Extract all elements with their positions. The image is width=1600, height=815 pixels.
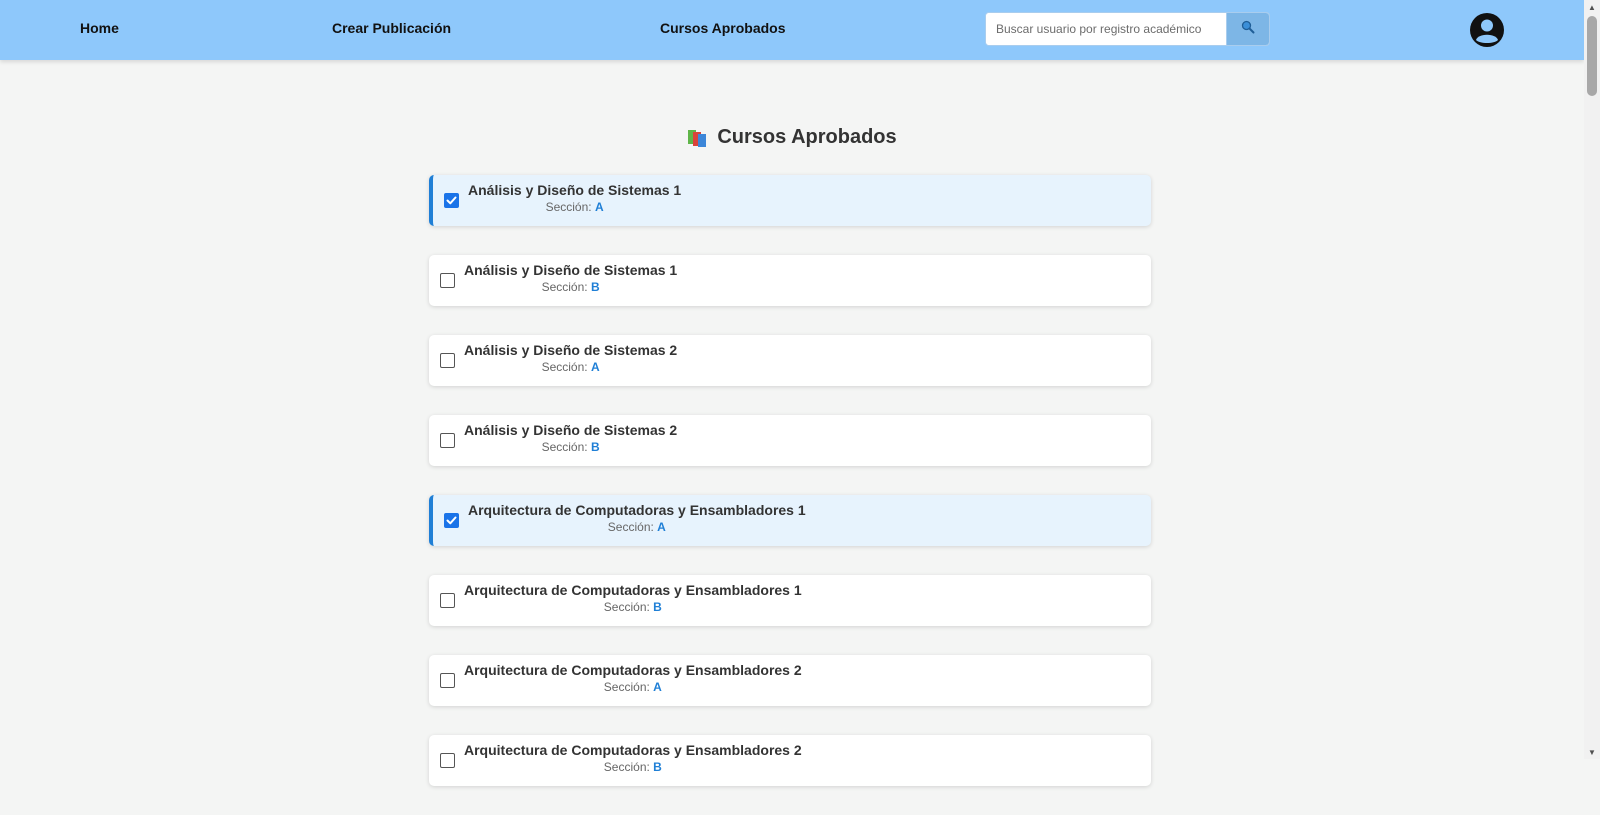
course-name: Arquitectura de Computadoras y Ensamblad…	[468, 502, 806, 518]
nav-create-post-link[interactable]: Crear Publicación	[332, 20, 451, 36]
course-card[interactable]: Arquitectura de Computadoras y Ensamblad…	[429, 735, 1151, 786]
course-text: Arquitectura de Computadoras y Ensamblad…	[464, 662, 802, 696]
search-button[interactable]	[1226, 13, 1269, 45]
course-checkbox[interactable]	[440, 593, 455, 608]
scrollbar[interactable]: ▲ ▼	[1584, 0, 1600, 759]
course-section: Sección: A	[468, 199, 681, 216]
section-label: Sección:	[545, 200, 592, 214]
course-checkbox[interactable]	[440, 673, 455, 688]
course-card[interactable]: Análisis y Diseño de Sistemas 1 Sección: …	[429, 175, 1151, 226]
section-value: A	[594, 200, 604, 214]
search-bar	[985, 12, 1270, 46]
course-card[interactable]: Análisis y Diseño de Sistemas 2 Sección: …	[429, 415, 1151, 466]
section-value: B	[590, 280, 600, 294]
course-name: Análisis y Diseño de Sistemas 1	[464, 262, 678, 278]
section-value: B	[653, 760, 662, 774]
section-label: Sección:	[603, 760, 650, 774]
page-title: Cursos Aprobados	[0, 126, 1584, 149]
scrollbar-thumb[interactable]	[1587, 16, 1597, 96]
top-navbar: Home Crear Publicación Cursos Aprobados	[0, 0, 1584, 60]
course-section: Sección: A	[464, 679, 802, 696]
course-text: Análisis y Diseño de Sistemas 2 Sección: …	[464, 422, 677, 456]
course-checkbox[interactable]	[444, 513, 459, 528]
books-icon	[687, 128, 709, 148]
course-card[interactable]: Arquitectura de Computadoras y Ensamblad…	[429, 495, 1151, 546]
course-text: Arquitectura de Computadoras y Ensamblad…	[464, 582, 802, 616]
course-section: Sección: B	[464, 599, 802, 616]
course-name: Análisis y Diseño de Sistemas 2	[464, 422, 678, 438]
section-label: Sección:	[607, 520, 654, 534]
section-label: Sección:	[541, 360, 588, 374]
course-name: Análisis y Diseño de Sistemas 1	[468, 182, 682, 198]
section-value: A	[657, 520, 666, 534]
course-card[interactable]: Análisis y Diseño de Sistemas 2 Sección: …	[429, 335, 1151, 386]
course-card[interactable]: Análisis y Diseño de Sistemas 1 Sección: …	[429, 255, 1151, 306]
section-label: Sección:	[603, 680, 650, 694]
course-section: Sección: B	[464, 759, 802, 776]
course-card[interactable]: Arquitectura de Computadoras y Ensamblad…	[429, 575, 1151, 626]
search-icon	[1241, 20, 1255, 39]
section-label: Sección:	[541, 440, 588, 454]
course-checkbox[interactable]	[440, 433, 455, 448]
user-avatar-icon[interactable]	[1469, 12, 1505, 48]
course-name: Arquitectura de Computadoras y Ensamblad…	[464, 742, 802, 758]
scroll-down-arrow[interactable]: ▼	[1584, 745, 1600, 759]
nav-home-link[interactable]: Home	[80, 20, 119, 36]
course-checkbox[interactable]	[440, 753, 455, 768]
course-card[interactable]: Arquitectura de Computadoras y Ensamblad…	[429, 655, 1151, 706]
course-name: Arquitectura de Computadoras y Ensamblad…	[464, 582, 802, 598]
course-section: Sección: A	[464, 359, 677, 376]
course-checkbox[interactable]	[444, 193, 459, 208]
scroll-up-arrow[interactable]: ▲	[1584, 0, 1600, 14]
search-input[interactable]	[986, 13, 1226, 45]
course-text: Análisis y Diseño de Sistemas 2 Sección: …	[464, 342, 677, 376]
section-label: Sección:	[541, 280, 588, 294]
page-title-text: Cursos Aprobados	[717, 126, 897, 149]
course-text: Análisis y Diseño de Sistemas 1 Sección: …	[468, 182, 681, 216]
course-name: Análisis y Diseño de Sistemas 2	[464, 342, 678, 358]
course-list: Análisis y Diseño de Sistemas 1 Sección: …	[429, 175, 1151, 815]
course-text: Análisis y Diseño de Sistemas 1 Sección: …	[464, 262, 677, 296]
nav-approved-courses-link[interactable]: Cursos Aprobados	[660, 20, 786, 36]
course-checkbox[interactable]	[440, 353, 455, 368]
course-section: Sección: B	[464, 279, 677, 296]
section-value: B	[590, 440, 600, 454]
course-text: Arquitectura de Computadoras y Ensamblad…	[468, 502, 806, 536]
course-section: Sección: B	[464, 439, 677, 456]
section-value: A	[590, 360, 600, 374]
course-section: Sección: A	[468, 519, 806, 536]
section-value: A	[653, 680, 662, 694]
section-value: B	[653, 600, 662, 614]
course-text: Arquitectura de Computadoras y Ensamblad…	[464, 742, 802, 776]
course-name: Arquitectura de Computadoras y Ensamblad…	[464, 662, 802, 678]
section-label: Sección:	[603, 600, 650, 614]
course-checkbox[interactable]	[440, 273, 455, 288]
